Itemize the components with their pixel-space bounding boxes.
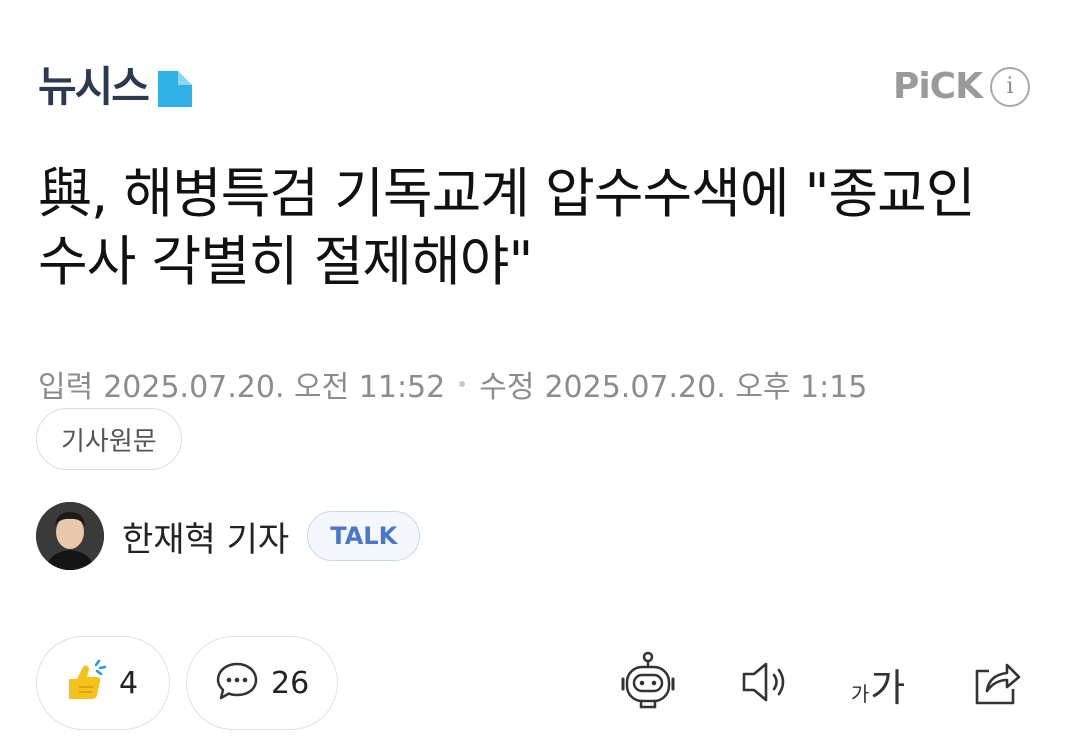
share-icon — [967, 653, 1025, 715]
share-button[interactable] — [962, 650, 1030, 718]
audio-button[interactable] — [730, 650, 798, 718]
avatar[interactable] — [36, 502, 104, 570]
font-big-glyph: 가 — [870, 665, 906, 710]
modified-time: 2025.07.20. 오후 1:15 — [544, 370, 868, 405]
author-row: 한재혁 기자 TALK — [36, 502, 421, 570]
speech-bubble-icon — [215, 659, 259, 707]
author-name[interactable]: 한재혁 기자 — [122, 512, 289, 561]
logo-text: 뉴시스 — [38, 62, 150, 111]
input-time: 2025.07.20. 오전 11:52 — [103, 370, 446, 405]
comment-count: 26 — [271, 665, 310, 701]
input-label: 입력 — [38, 370, 94, 405]
logo-mark-icon — [156, 67, 194, 109]
pick-badge[interactable]: PiCK i — [893, 66, 1030, 107]
original-article-button[interactable]: 기사원문 — [36, 408, 182, 470]
robot-icon — [617, 651, 679, 717]
like-button[interactable]: 4 — [36, 636, 170, 730]
separator-dot — [459, 381, 466, 387]
summary-bot-button[interactable] — [614, 650, 682, 718]
comment-button[interactable]: 26 — [186, 636, 338, 730]
article-timestamps: 입력 2025.07.20. 오전 11:52 수정 2025.07.20. 오… — [38, 362, 867, 406]
pick-label: PiCK — [892, 66, 983, 107]
publisher-logo[interactable]: 뉴시스 — [38, 62, 194, 112]
font-size-icon: 가 가 — [851, 657, 905, 712]
font-small-glyph: 가 — [850, 681, 870, 706]
info-icon[interactable]: i — [990, 66, 1030, 107]
modified-label: 수정 — [479, 370, 535, 405]
thumbs-up-icon — [63, 659, 107, 707]
like-count: 4 — [119, 665, 139, 701]
speaker-icon — [734, 652, 794, 716]
talk-button[interactable]: TALK — [307, 511, 421, 561]
font-size-button[interactable]: 가 가 — [844, 650, 912, 718]
article-headline: 與, 해병특검 기독교계 압수수색에 "종교인 수사 각별히 절제해야" — [38, 162, 976, 293]
